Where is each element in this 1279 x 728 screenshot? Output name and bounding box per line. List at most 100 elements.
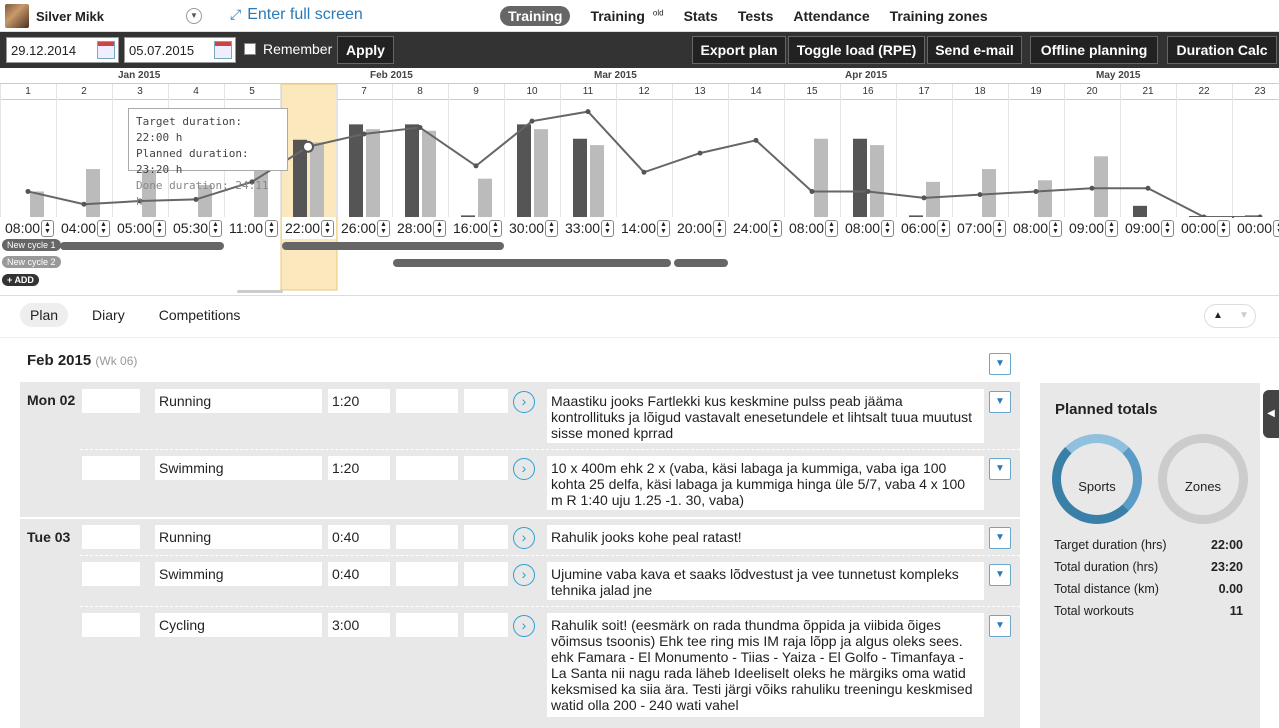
target-duration-input[interactable]: 07:00 ▲ ▼ (954, 217, 1008, 239)
row-dropdown-icon[interactable]: ▼ (989, 391, 1011, 413)
stepper-icon[interactable]: ▲▼ (209, 220, 222, 237)
date-from-field[interactable]: 29.12.2014 (6, 37, 119, 63)
row-dropdown-icon[interactable]: ▼ (989, 564, 1011, 586)
cycle-label[interactable]: New cycle 2 (2, 256, 61, 268)
target-duration-input[interactable]: 08:00 ▲ ▼ (786, 217, 840, 239)
target-duration-input[interactable]: 08:00 ▲ ▼ (1010, 217, 1064, 239)
workout-note[interactable]: Rahulik jooks kohe peal ratast! (547, 525, 984, 549)
nav-training-zones[interactable]: Training zones (882, 6, 996, 26)
target-duration-input[interactable]: 09:00 ▲ ▼ (1066, 217, 1120, 239)
target-duration-input[interactable]: 09:00 ▲ ▼ (1122, 217, 1176, 239)
extra-field[interactable] (464, 456, 508, 480)
stepper-icon[interactable]: ▲▼ (545, 220, 558, 237)
extra-field[interactable] (396, 456, 458, 480)
sport-field[interactable]: Swimming (155, 562, 322, 586)
stepper-icon[interactable]: ▲▼ (1273, 220, 1279, 237)
target-duration-input[interactable]: 20:00 ▲ ▼ (674, 217, 728, 239)
extra-field[interactable] (82, 456, 140, 480)
cycle-bar[interactable] (674, 259, 728, 267)
sport-field[interactable]: Cycling (155, 613, 322, 637)
stepper-icon[interactable]: ▲▼ (657, 220, 670, 237)
offline-planning-button[interactable]: Offline planning (1030, 36, 1158, 64)
extra-field[interactable] (396, 525, 458, 549)
target-duration-input[interactable]: 05:00 ▲ ▼ (114, 217, 168, 239)
stepper-icon[interactable]: ▲▼ (1105, 220, 1118, 237)
target-duration-input[interactable]: 08:00 ▲ ▼ (2, 217, 56, 239)
target-duration-input[interactable]: 24:00 ▲ ▼ (730, 217, 784, 239)
stepper-icon[interactable]: ▲▼ (377, 220, 390, 237)
extra-field[interactable] (82, 613, 140, 637)
avatar[interactable] (5, 4, 29, 28)
stepper-icon[interactable]: ▲▼ (433, 220, 446, 237)
target-duration-input[interactable]: 28:00 ▲ ▼ (394, 217, 448, 239)
stepper-icon[interactable]: ▲▼ (769, 220, 782, 237)
open-workout-icon[interactable]: › (513, 615, 535, 637)
tab-competitions[interactable]: Competitions (149, 303, 251, 327)
target-duration-input[interactable]: 33:00 ▲ ▼ (562, 217, 616, 239)
nav-training[interactable]: Training (500, 6, 571, 26)
open-workout-icon[interactable]: › (513, 391, 535, 413)
add-cycle-button[interactable]: + ADD (2, 274, 39, 286)
remember-checkbox[interactable] (244, 43, 256, 55)
calendar-icon[interactable] (214, 41, 232, 59)
collapse-panel-icon[interactable]: ◀ (1263, 390, 1279, 438)
extra-field[interactable] (82, 389, 140, 413)
nav-tests[interactable]: Tests (730, 6, 782, 26)
target-duration-input[interactable]: 14:00 ▲ ▼ (618, 217, 672, 239)
export-plan-button[interactable]: Export plan (692, 36, 786, 64)
time-field[interactable]: 1:20 (328, 456, 390, 480)
apply-button[interactable]: Apply (337, 36, 394, 64)
target-duration-input[interactable]: 04:00 ▲ ▼ (58, 217, 112, 239)
week-dropdown-icon[interactable]: ▼ (989, 353, 1011, 375)
cycle-bar[interactable] (393, 259, 671, 267)
calendar-icon[interactable] (97, 41, 115, 59)
resize-handle[interactable] (237, 290, 283, 293)
stepper-icon[interactable]: ▲▼ (601, 220, 614, 237)
target-duration-input[interactable]: 00:00▲▼ (1234, 217, 1279, 239)
stepper-icon[interactable]: ▲▼ (153, 220, 166, 237)
target-duration-input[interactable]: 05:30 ▲ ▼ (170, 217, 224, 239)
row-dropdown-icon[interactable]: ▼ (989, 527, 1011, 549)
stepper-icon[interactable]: ▲▼ (1217, 220, 1230, 237)
stepper-icon[interactable]: ▲▼ (265, 220, 278, 237)
row-dropdown-icon[interactable]: ▼ (989, 458, 1011, 480)
target-duration-input[interactable]: 30:00 ▲ ▼ (506, 217, 560, 239)
extra-field[interactable] (464, 613, 508, 637)
time-field[interactable]: 3:00 (328, 613, 390, 637)
user-name[interactable]: Silver Mikk (36, 9, 104, 24)
toggle-load-button[interactable]: Toggle load (RPE) (788, 36, 925, 64)
stepper-icon[interactable]: ▲▼ (825, 220, 838, 237)
extra-field[interactable] (82, 525, 140, 549)
target-duration-input[interactable]: 06:00 ▲ ▼ (898, 217, 952, 239)
sport-field[interactable]: Running (155, 525, 322, 549)
user-dropdown-icon[interactable]: ▼ (186, 8, 202, 24)
date-to-field[interactable]: 05.07.2015 (124, 37, 236, 63)
extra-field[interactable] (464, 562, 508, 586)
target-duration-input[interactable]: 11:00 ▲ ▼ (226, 217, 280, 239)
workout-note[interactable]: Ujumine vaba kava et saaks lõdvestust ja… (547, 562, 984, 600)
workout-note[interactable]: 10 x 400m ehk 2 x (vaba, käsi labaga ja … (547, 456, 984, 510)
stepper-icon[interactable]: ▲▼ (993, 220, 1006, 237)
duration-calc-button[interactable]: Duration Calc (1167, 36, 1277, 64)
stepper-icon[interactable]: ▲▼ (41, 220, 54, 237)
nav-stats[interactable]: Stats (676, 6, 726, 26)
target-duration-input[interactable]: 16:00 ▲ ▼ (450, 217, 504, 239)
stepper-icon[interactable]: ▲▼ (1049, 220, 1062, 237)
extra-field[interactable] (464, 525, 508, 549)
stepper-icon[interactable]: ▲▼ (713, 220, 726, 237)
open-workout-icon[interactable]: › (513, 527, 535, 549)
target-duration-input[interactable]: 00:00▲▼ (1178, 217, 1232, 239)
extra-field[interactable] (464, 389, 508, 413)
stepper-icon[interactable]: ▲▼ (321, 220, 334, 237)
stepper-icon[interactable]: ▲▼ (881, 220, 894, 237)
time-field[interactable]: 0:40 (328, 562, 390, 586)
open-workout-icon[interactable]: › (513, 564, 535, 586)
nav-training-old[interactable]: Training old (574, 6, 671, 26)
sport-field[interactable]: Running (155, 389, 322, 413)
sport-field[interactable]: Swimming (155, 456, 322, 480)
stepper-icon[interactable]: ▲▼ (97, 220, 110, 237)
target-duration-input[interactable]: 08:00 ▲ ▼ (842, 217, 896, 239)
stepper-icon[interactable]: ▲▼ (1161, 220, 1174, 237)
workout-note[interactable]: Maastiku jooks Fartlekki kus keskmine pu… (547, 389, 984, 443)
target-duration-input[interactable]: 22:00 ▲ ▼ (282, 217, 336, 239)
